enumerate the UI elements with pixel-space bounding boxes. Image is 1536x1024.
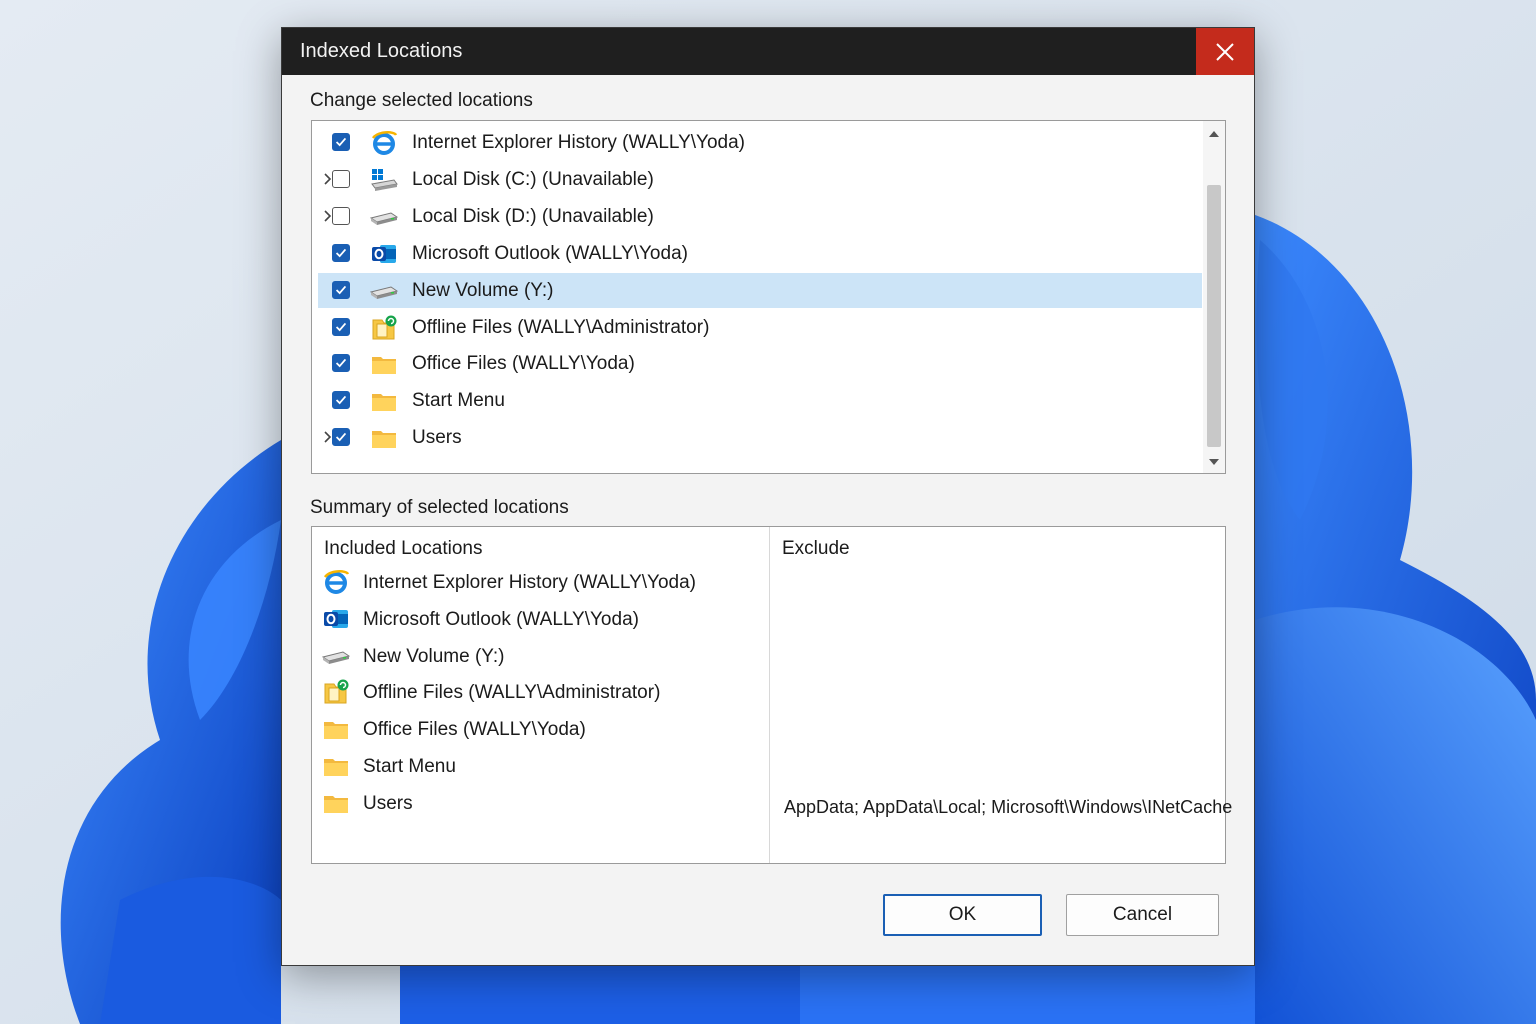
tree-scrollbar[interactable] xyxy=(1203,121,1225,473)
scroll-down-arrow-icon[interactable] xyxy=(1208,457,1220,467)
location-checkbox[interactable] xyxy=(332,243,350,262)
folder-icon xyxy=(322,789,350,817)
tree-row[interactable]: Offline Files (WALLY\Administrator) xyxy=(318,310,1202,345)
tree-row[interactable]: New Volume (Y:) xyxy=(318,272,1202,308)
drive-icon xyxy=(369,277,399,305)
scroll-up-arrow-icon[interactable] xyxy=(1208,129,1220,139)
folder-icon xyxy=(370,350,398,378)
close-button[interactable] xyxy=(1196,28,1254,75)
location-label: Users xyxy=(412,427,462,449)
internet-explorer-icon xyxy=(370,129,398,157)
included-location-label: Users xyxy=(363,792,413,814)
location-checkbox[interactable] xyxy=(332,391,350,410)
outlook-icon xyxy=(370,240,398,268)
included-locations-header: Included Locations xyxy=(324,538,483,559)
included-location-label: Internet Explorer History (WALLY\Yoda) xyxy=(363,572,696,593)
offline-files-icon xyxy=(370,314,398,342)
included-location-row: Start Menu xyxy=(322,750,762,784)
location-label: Microsoft Outlook (WALLY\Yoda) xyxy=(412,242,688,264)
included-location-row: Microsoft Outlook (WALLY\Yoda) xyxy=(322,603,762,637)
drive-icon xyxy=(369,203,399,231)
included-location-row: New Volume (Y:) xyxy=(321,640,762,674)
drive-icon xyxy=(321,642,351,670)
included-location-label: Office Files (WALLY\Yoda) xyxy=(363,719,586,741)
location-label: New Volume (Y:) xyxy=(412,279,554,301)
exclude-header: Exclude xyxy=(782,538,850,559)
close-icon xyxy=(1216,42,1234,61)
location-label: Offline Files (WALLY\Administrator) xyxy=(412,316,710,338)
tree-row[interactable]: Users xyxy=(318,420,1202,455)
summary-panel: Included Locations Exclude Internet Expl… xyxy=(311,526,1232,864)
locations-tree[interactable]: Internet Explorer History (WALLY\Yoda) Lo… xyxy=(311,120,1226,474)
location-checkbox[interactable] xyxy=(332,428,350,447)
location-label: Local Disk (D:) (Unavailable) xyxy=(412,205,654,227)
exclude-users-entry: AppData; AppData\Local; Microsoft\Window… xyxy=(784,797,1233,817)
window-title: Indexed Locations xyxy=(300,40,463,62)
location-checkbox[interactable] xyxy=(332,354,350,373)
summary-section-label: Summary of selected locations xyxy=(310,497,569,518)
location-checkbox[interactable] xyxy=(332,169,350,188)
folder-icon xyxy=(322,752,350,780)
included-location-row: Office Files (WALLY\Yoda) xyxy=(322,713,762,747)
windows-drive-icon xyxy=(370,166,398,194)
title-bar: Indexed Locations xyxy=(282,28,1254,75)
location-checkbox[interactable] xyxy=(332,133,350,151)
included-location-label: Offline Files (WALLY\Administrator) xyxy=(363,682,661,704)
tree-row[interactable]: Office Files (WALLY\Yoda) xyxy=(318,346,1202,381)
cancel-button[interactable]: Cancel xyxy=(1066,894,1219,936)
included-location-row: Internet Explorer History (WALLY\Yoda) xyxy=(322,566,762,600)
internet-explorer-icon xyxy=(322,568,350,596)
folder-icon xyxy=(370,387,398,415)
outlook-icon xyxy=(322,605,350,633)
scroll-thumb[interactable] xyxy=(1207,185,1221,447)
change-section-label: Change selected locations xyxy=(310,90,533,111)
indexed-locations-dialog: Indexed Locations Change selected locati… xyxy=(281,27,1255,966)
location-label: Start Menu xyxy=(412,390,505,412)
included-location-row: Users xyxy=(322,787,762,821)
included-location-label: New Volume (Y:) xyxy=(363,645,505,667)
included-location-label: Start Menu xyxy=(363,756,456,777)
location-checkbox[interactable] xyxy=(332,206,350,225)
location-checkbox[interactable] xyxy=(332,317,350,336)
column-divider xyxy=(769,527,770,863)
folder-icon xyxy=(370,424,398,452)
included-location-row: Offline Files (WALLY\Administrator) xyxy=(322,676,762,710)
location-label: Internet Explorer History (WALLY\Yoda) xyxy=(412,132,745,153)
tree-row[interactable]: Internet Explorer History (WALLY\Yoda) xyxy=(318,125,1202,160)
location-label: Office Files (WALLY\Yoda) xyxy=(412,353,635,375)
offline-files-icon xyxy=(322,678,350,706)
folder-icon xyxy=(322,715,350,743)
included-location-label: Microsoft Outlook (WALLY\Yoda) xyxy=(363,608,639,630)
tree-row[interactable]: Start Menu xyxy=(318,383,1202,418)
tree-row[interactable]: Local Disk (D:) (Unavailable) xyxy=(318,199,1202,234)
location-checkbox[interactable] xyxy=(332,280,350,299)
ok-button[interactable]: OK xyxy=(883,894,1042,936)
location-label: Local Disk (C:) (Unavailable) xyxy=(412,168,654,190)
tree-row[interactable]: Local Disk (C:) (Unavailable) xyxy=(318,162,1202,197)
tree-row[interactable]: Microsoft Outlook (WALLY\Yoda) xyxy=(318,236,1202,271)
